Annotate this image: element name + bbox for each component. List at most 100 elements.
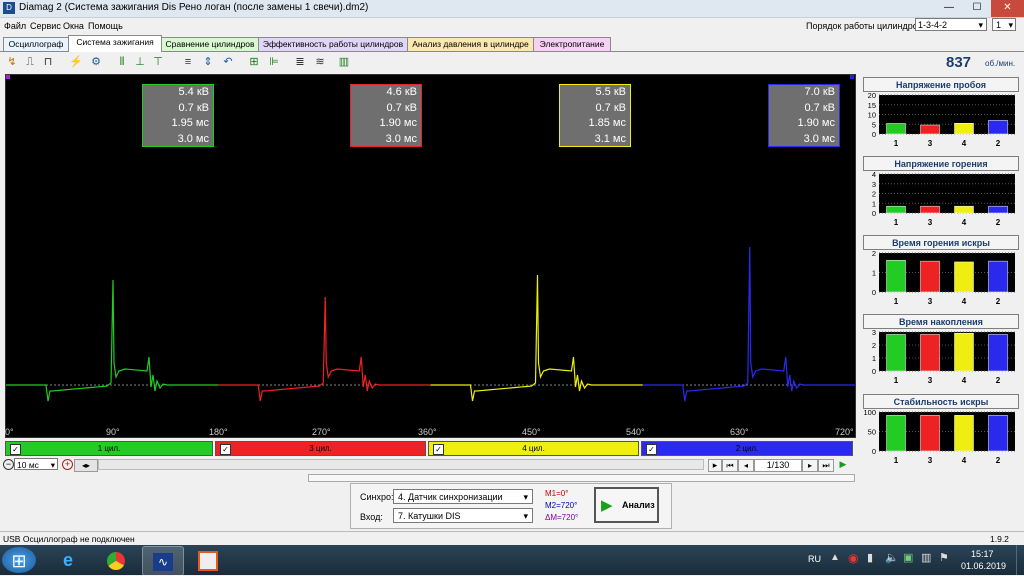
tray-app-icon[interactable]: ◉ xyxy=(848,551,858,565)
cyl-order-select[interactable]: 1-3-4-2 ▾ xyxy=(915,18,987,31)
channel-bar-cyl4[interactable]: ✓ 4 цил. xyxy=(428,441,639,456)
y-tick-label: 2 xyxy=(872,190,876,199)
volume-icon[interactable]: 🔈 xyxy=(885,551,899,564)
align-icon[interactable]: ≣ xyxy=(292,54,308,70)
bar xyxy=(920,124,940,135)
show-desktop-button[interactable] xyxy=(1016,545,1024,575)
next-page-icon[interactable]: ▸ xyxy=(802,459,818,472)
bar xyxy=(988,260,1008,293)
nvidia-icon[interactable]: ▣ xyxy=(903,551,913,564)
timebase-select[interactable]: 10 мс ▾ xyxy=(14,458,58,470)
input-label: Вход: xyxy=(360,512,383,522)
chevron-down-icon: ▾ xyxy=(523,492,528,502)
y-tick-label: 1 xyxy=(872,199,876,208)
undo-icon[interactable]: ↶ xyxy=(220,54,236,70)
timeline-scrollbar[interactable] xyxy=(98,459,704,470)
pulse-icon[interactable]: ⊓ xyxy=(40,54,56,70)
x-tick-label: 1 xyxy=(894,456,899,465)
waveform-cyl2 xyxy=(218,296,431,402)
network-icon[interactable]: ▥ xyxy=(921,551,931,564)
deg-tick: 720° xyxy=(835,427,854,437)
diamag-taskbar-icon[interactable]: ∿ xyxy=(142,546,184,576)
app-taskbar-icon[interactable] xyxy=(188,546,228,574)
ie-icon[interactable]: e xyxy=(48,546,88,574)
chevron-down-icon: ▾ xyxy=(1008,20,1013,30)
list-icon[interactable]: ≡ xyxy=(180,54,196,70)
app-icon: D xyxy=(3,2,15,14)
step-icon[interactable]: ⎍ xyxy=(22,54,38,70)
sync-icon[interactable]: ⫴ xyxy=(114,54,130,70)
cyl-count-select[interactable]: 1 ▾ xyxy=(992,18,1016,31)
bar xyxy=(886,415,906,452)
rpm-icon[interactable]: ⚙ xyxy=(88,54,104,70)
first-page-icon[interactable]: ⏮ xyxy=(722,459,738,472)
coil-icon[interactable]: ⚡ xyxy=(68,54,84,70)
rpm-value: 837 xyxy=(946,54,972,71)
y-tick-label: 100 xyxy=(863,409,876,417)
grid-icon[interactable]: ⊞ xyxy=(246,54,262,70)
wave-icon[interactable]: ≋ xyxy=(312,54,328,70)
marker-icon[interactable]: ⊤ xyxy=(150,54,166,70)
menu-service[interactable]: Сервис xyxy=(30,21,61,31)
play-triangle-icon[interactable]: ▸ xyxy=(708,459,722,472)
y-tick-label: 3 xyxy=(872,180,876,189)
waveform-cyl1 xyxy=(6,279,219,402)
menu-bar: Файл Сервис Окна Помощь Порядок работы ц… xyxy=(0,18,1024,34)
y-tick-label: 15 xyxy=(868,101,876,110)
chevron-down-icon: ▾ xyxy=(978,20,983,30)
probe-icon[interactable]: ↯ xyxy=(4,54,20,70)
tab-pressure[interactable]: Анализ давления в цилиндре xyxy=(407,37,534,51)
menu-help[interactable]: Помощь xyxy=(88,21,123,31)
zoom-out-icon[interactable]: − xyxy=(3,459,14,470)
analyze-button[interactable]: ▶ Анализ xyxy=(594,487,659,523)
tab-ignition[interactable]: Система зажигания xyxy=(68,35,162,52)
minimize-button[interactable]: — xyxy=(935,0,963,17)
tab-oscilloscope[interactable]: Осциллограф xyxy=(3,37,69,51)
channel-bar-cyl3[interactable]: ✓ 3 цил. xyxy=(215,441,426,456)
burn-time-chart: 2 1 0 1 3 4 2 xyxy=(872,250,1015,306)
tab-efficiency[interactable]: Эффективность работы цилиндров xyxy=(258,37,408,51)
toolbar: ↯ ⎍ ⊓ ⚡ ⚙ ⫴ ⊥ ⊤ ≡ ⇕ ↶ ⊞ ⊫ ≣ ≋ ▥ xyxy=(0,52,860,72)
start-button[interactable]: ⊞ xyxy=(2,547,36,573)
deg-tick: 540° xyxy=(626,427,645,437)
language-indicator[interactable]: RU xyxy=(808,554,821,564)
close-button[interactable]: ✕ xyxy=(991,0,1024,17)
measure-icon[interactable]: ⊫ xyxy=(266,54,282,70)
x-tick-label: 1 xyxy=(894,139,899,148)
cursor-icon[interactable]: ⊥ xyxy=(132,54,148,70)
channel-bar-cyl2[interactable]: ✓ 2 цил. xyxy=(641,441,853,456)
synchro-select[interactable]: 4. Датчик синхронизации ▾ xyxy=(393,489,533,504)
tray-arrow-icon[interactable]: ▲ xyxy=(830,552,840,563)
scale-icon[interactable]: ⇕ xyxy=(200,54,216,70)
bar xyxy=(954,205,974,214)
waveform-svg xyxy=(6,75,855,402)
cyl4-burn-time: 1.85 мс xyxy=(588,117,626,129)
zoom-in-icon[interactable]: + xyxy=(62,459,73,470)
cyl2-peak-kv: 7.0 кВ xyxy=(804,86,836,98)
y-tick-label: 0 xyxy=(872,130,876,139)
panel-title-burn-time: Время горения искры xyxy=(863,235,1019,250)
last-page-icon[interactable]: ⏭ xyxy=(818,459,834,472)
play-icon[interactable]: ▶ xyxy=(836,459,850,470)
y-tick-label: 4 xyxy=(872,171,876,179)
flag-icon[interactable]: ⚑ xyxy=(939,551,949,564)
tab-power[interactable]: Электропитание xyxy=(533,37,611,51)
splitter[interactable] xyxy=(308,474,855,482)
x-tick-label: 3 xyxy=(928,456,933,465)
oscilloscope-area[interactable] xyxy=(5,74,856,438)
scroll-left-icon[interactable]: ◂▸ xyxy=(74,459,98,472)
tab-cylinder-compare[interactable]: Сравнение цилиндров xyxy=(161,37,259,51)
bar-chart-icon[interactable]: ▥ xyxy=(336,54,352,70)
menu-file[interactable]: Файл xyxy=(4,21,26,31)
chrome-icon[interactable] xyxy=(96,546,136,574)
page-indicator: 1/130 xyxy=(754,459,802,472)
y-tick-label: 0 xyxy=(872,367,876,376)
maximize-button[interactable]: ☐ xyxy=(963,0,991,17)
battery-icon[interactable]: ▮ xyxy=(867,551,873,564)
channel-bar-cyl1[interactable]: ✓ 1 цил. xyxy=(5,441,213,456)
menu-windows[interactable]: Окна xyxy=(63,21,84,31)
x-tick-label: 2 xyxy=(996,456,1001,465)
input-select[interactable]: 7. Катушки DIS ▾ xyxy=(393,508,533,523)
prev-page-icon[interactable]: ◂ xyxy=(738,459,754,472)
bar xyxy=(920,260,940,293)
